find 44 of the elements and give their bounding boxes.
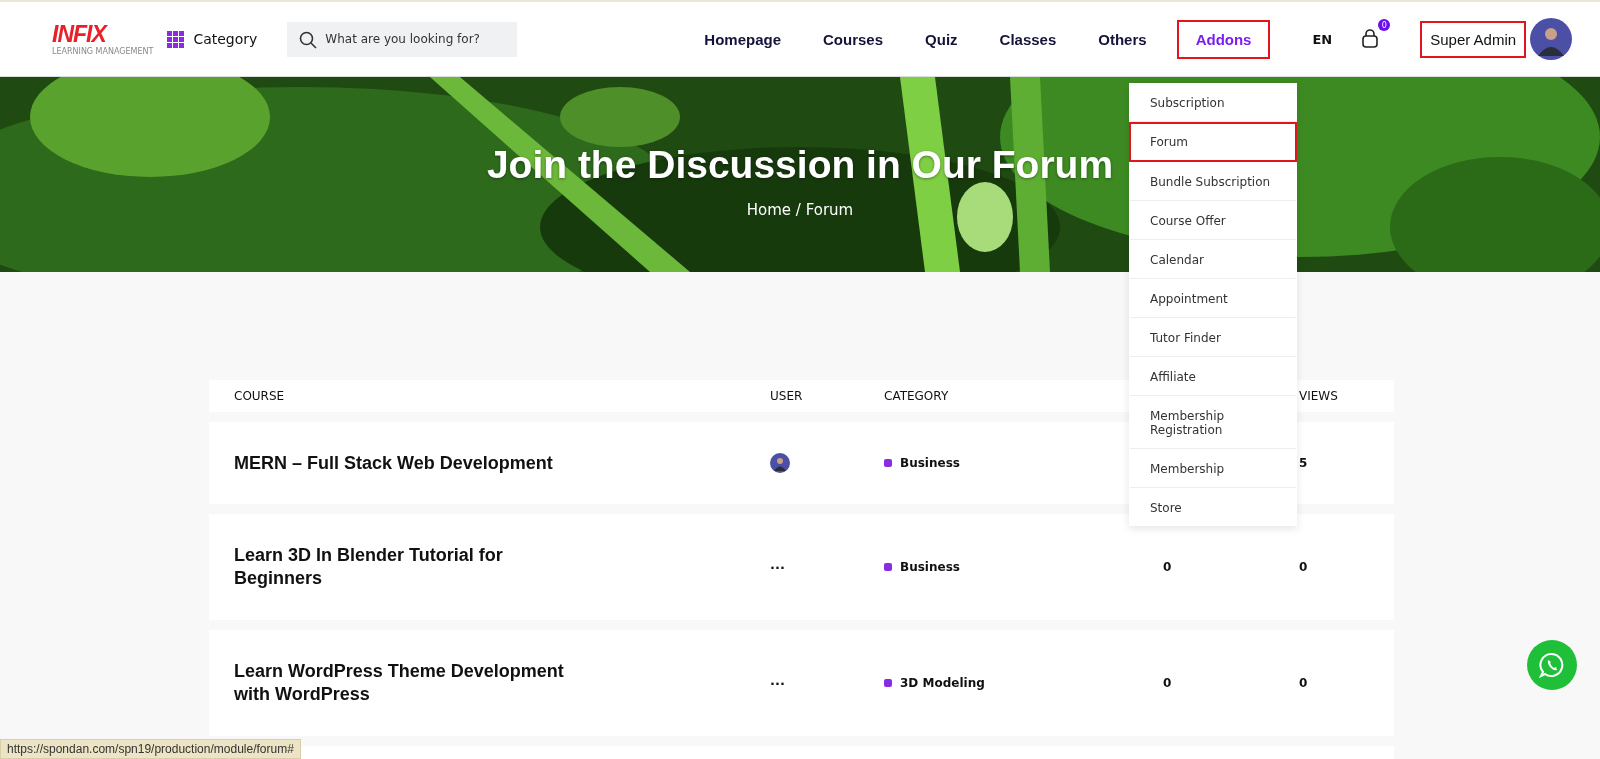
nav-link[interactable]: Homepage <box>692 19 794 59</box>
menu-item[interactable]: Bundle Subscription <box>1129 162 1297 201</box>
nav-link[interactable]: Others <box>1086 19 1159 59</box>
column-header: CATEGORY <box>884 389 950 403</box>
user-name-link[interactable]: Super Admin <box>1420 20 1527 58</box>
menu-item[interactable]: Tutor Finder <box>1129 318 1297 357</box>
more-icon[interactable]: ··· <box>770 675 785 691</box>
table-cell-text: 5 <box>1299 456 1309 470</box>
nav-link[interactable]: Quiz <box>913 19 970 59</box>
more-icon[interactable]: ··· <box>770 559 785 575</box>
category-label: Business <box>900 560 960 574</box>
table-row[interactable]: Learn 3D In Blender Tutorial for Beginners ··· Business 0 0 <box>209 514 1394 620</box>
breadcrumb: Home / Forum <box>746 200 854 219</box>
nav-link[interactable]: Courses <box>811 19 896 59</box>
url-tooltip: https://spondan.com/spn19/production/module/forum# <box>0 739 301 759</box>
menu-item[interactable]: Calendar <box>1129 240 1297 279</box>
column-header: USER <box>770 389 804 403</box>
menu-item[interactable]: Appointment <box>1129 279 1297 318</box>
menu-item[interactable]: Store <box>1129 488 1297 527</box>
course-title[interactable]: Learn WordPress Theme Development with WordPress <box>234 660 569 706</box>
course-title[interactable]: MERN – Full Stack Web Development <box>234 451 569 475</box>
table-cell-text: 0 <box>1299 676 1309 690</box>
category-label: Business <box>900 456 960 470</box>
menu-item[interactable]: Forum <box>1129 122 1297 162</box>
menu-item[interactable]: Membership <box>1129 449 1297 488</box>
menu-item[interactable]: Course Offer <box>1129 201 1297 240</box>
search-field[interactable]: What are you looking for? <box>287 21 518 57</box>
column-header: COURSE <box>234 389 286 403</box>
course-title[interactable]: Learn 3D In Blender Tutorial for Beginners <box>234 544 569 590</box>
table-cell-text: 0 <box>1163 560 1173 574</box>
table-cell-text: 0 <box>1299 560 1309 574</box>
logo[interactable]: INFIX LEARNING MANAGEMENT <box>52 21 154 57</box>
menu-item[interactable]: Affiliate <box>1129 357 1297 396</box>
table-row[interactable]: Learn WordPress Theme Development with WordPress ··· 3D Modeling 0 0 <box>209 630 1394 736</box>
language-selector[interactable]: EN <box>1312 31 1333 47</box>
column-header: VIEWS <box>1299 389 1339 403</box>
menu-item[interactable]: Membership Registration <box>1129 396 1297 449</box>
cart-count-badge: 0 <box>1378 19 1391 31</box>
category-button[interactable]: Category <box>167 30 258 48</box>
nav-link[interactable]: Addons <box>1176 19 1271 59</box>
menu-item[interactable]: Subscription <box>1129 83 1297 122</box>
table-cell-text: 0 <box>1163 676 1173 690</box>
category-label: 3D Modeling <box>900 676 985 690</box>
nav-link[interactable]: Classes <box>987 19 1069 59</box>
